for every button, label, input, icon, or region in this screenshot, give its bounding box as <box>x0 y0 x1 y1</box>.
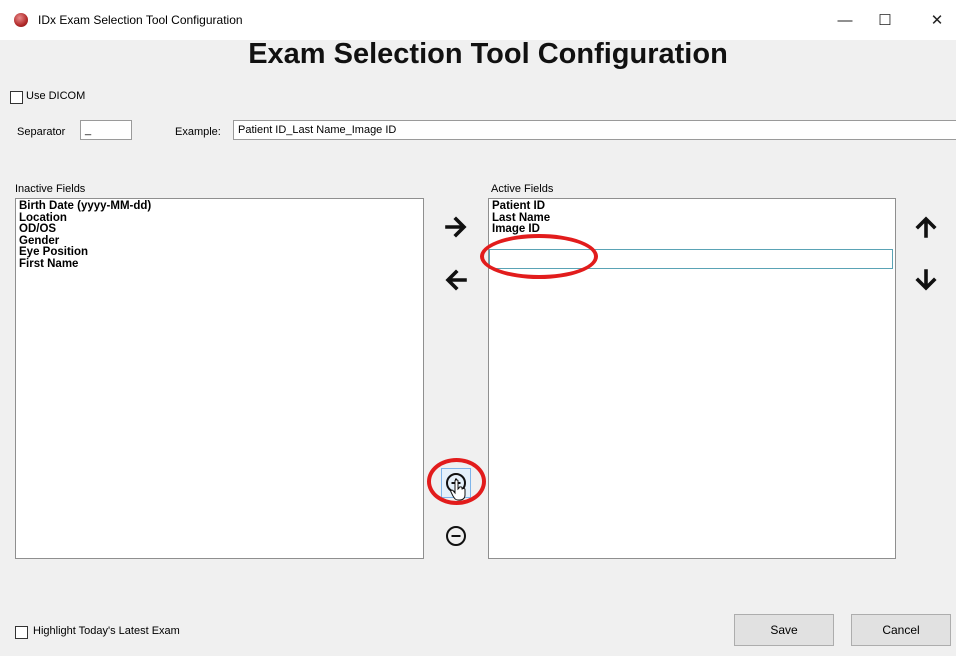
separator-label: Separator <box>17 126 66 138</box>
use-dicom-label: Use DICOM <box>26 90 86 102</box>
arrow-down-icon <box>915 269 937 291</box>
inactive-fields-list[interactable]: Birth Date (yyyy-MM-dd) Location OD/OS Gend… <box>15 198 424 559</box>
list-item[interactable]: OD/OS <box>19 223 420 236</box>
title-bar: IDx Exam Selection Tool Configuration — … <box>0 0 956 40</box>
arrow-up-icon <box>915 216 937 238</box>
save-button[interactable]: Save <box>734 614 834 646</box>
window-title: IDx Exam Selection Tool Configuration <box>38 13 243 27</box>
arrow-right-icon <box>445 216 467 238</box>
list-item[interactable]: Patient ID <box>492 200 892 213</box>
highlight-latest-label: Highlight Today's Latest Exam <box>33 625 180 637</box>
list-item[interactable]: Birth Date (yyyy-MM-dd) <box>19 200 420 213</box>
page-title: Exam Selection Tool Configuration <box>248 38 728 70</box>
separator-input[interactable]: _ <box>80 120 132 140</box>
list-item[interactable]: Last Name <box>492 212 892 225</box>
highlight-latest-checkbox[interactable] <box>15 626 28 639</box>
inactive-fields-label: Inactive Fields <box>15 183 86 195</box>
use-dicom-checkbox[interactable] <box>10 91 23 104</box>
move-down-button[interactable] <box>911 265 941 295</box>
configuration-window: IDx Exam Selection Tool Configuration — … <box>0 0 956 656</box>
arrow-left-icon <box>445 269 467 291</box>
move-up-button[interactable] <box>911 212 941 242</box>
list-item[interactable]: First Name <box>19 258 420 271</box>
list-item[interactable]: Image ID <box>492 223 892 236</box>
cancel-button[interactable]: Cancel <box>851 614 951 646</box>
list-item[interactable]: Eye Position <box>19 246 420 259</box>
example-label: Example: <box>175 126 221 138</box>
maximize-button[interactable]: ☐ <box>862 6 908 34</box>
list-item[interactable]: Location <box>19 212 420 225</box>
minus-circle-icon <box>446 526 466 546</box>
mouse-cursor-icon <box>450 479 466 501</box>
remove-field-button[interactable] <box>441 521 471 551</box>
new-field-input[interactable] <box>489 249 893 269</box>
active-fields-label: Active Fields <box>491 183 554 195</box>
close-button[interactable]: ✕ <box>914 6 956 34</box>
example-output: Patient ID_Last Name_Image ID <box>233 120 956 140</box>
app-icon <box>14 13 28 27</box>
move-left-button[interactable] <box>441 265 471 295</box>
move-right-button[interactable] <box>441 212 471 242</box>
